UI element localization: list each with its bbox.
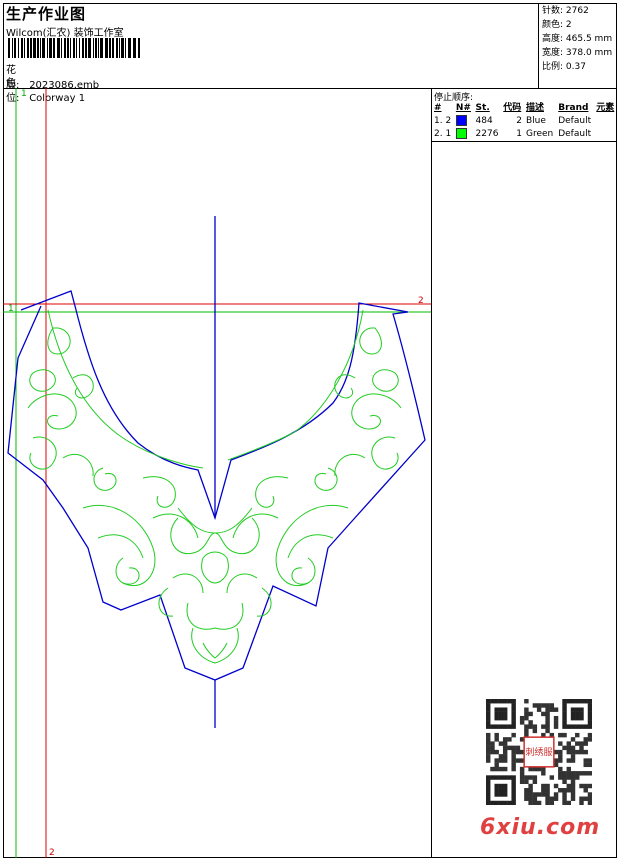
color-swatch-green xyxy=(455,128,467,139)
stat-scale: 比例: 0.37 xyxy=(542,62,586,72)
design-stats: 针数: 2762 颜色: 2 高度: 465.5 mm 宽度: 378.0 mm… xyxy=(538,3,617,89)
marker-green-top: 1 xyxy=(21,89,27,99)
page-title: 生产作业图 xyxy=(6,5,87,23)
canvas-divider xyxy=(431,88,432,858)
stat-width: 宽度: 378.0 mm xyxy=(542,48,613,58)
legend-title: 停止顺序: xyxy=(434,93,474,103)
col-element: 元素 xyxy=(596,103,615,113)
company-name: Wilcom(汇农) 装饰工作室 xyxy=(6,28,124,39)
barcode xyxy=(8,38,140,58)
col-brand: Brand xyxy=(558,103,589,113)
stop-sequence-legend: 停止顺序: # N# St. 代码 描述 Brand 元素 1. 2 484 2… xyxy=(432,89,617,141)
stat-height: 高度: 465.5 mm xyxy=(542,34,613,44)
qr-code: 刺绣服 xyxy=(486,699,592,805)
legend-row: 1. 2 484 2 Blue Default xyxy=(434,115,592,126)
col-desc: 描述 xyxy=(525,103,544,113)
qr-stamp: 刺绣服 xyxy=(525,746,552,758)
marker-green-left: 1 xyxy=(8,304,14,314)
col-stitches: St. xyxy=(475,103,490,113)
col-code: 代码 xyxy=(503,103,522,113)
watermark-text: 6xiu.com xyxy=(480,815,601,840)
blue-outline xyxy=(7,216,426,728)
stat-stitches: 针数: 2762 xyxy=(542,6,589,16)
stat-colors: 颜色: 2 xyxy=(542,20,572,30)
legend-divider xyxy=(432,141,617,142)
legend-header-row: # N# St. 代码 描述 Brand 元素 xyxy=(432,102,617,115)
design-canvas: 1 1 2 2 xyxy=(3,88,431,858)
marker-red-right: 2 xyxy=(418,296,424,306)
marker-red-bottom: 2 xyxy=(49,848,55,858)
col-num: # xyxy=(434,103,442,113)
col-needle: N# xyxy=(455,103,471,113)
color-swatch-blue xyxy=(455,115,467,126)
legend-row: 2. 1 2276 1 Green Default xyxy=(434,128,592,139)
legend-table: # N# St. 代码 描述 Brand 元素 1. 2 484 2 Blue … xyxy=(432,102,617,141)
